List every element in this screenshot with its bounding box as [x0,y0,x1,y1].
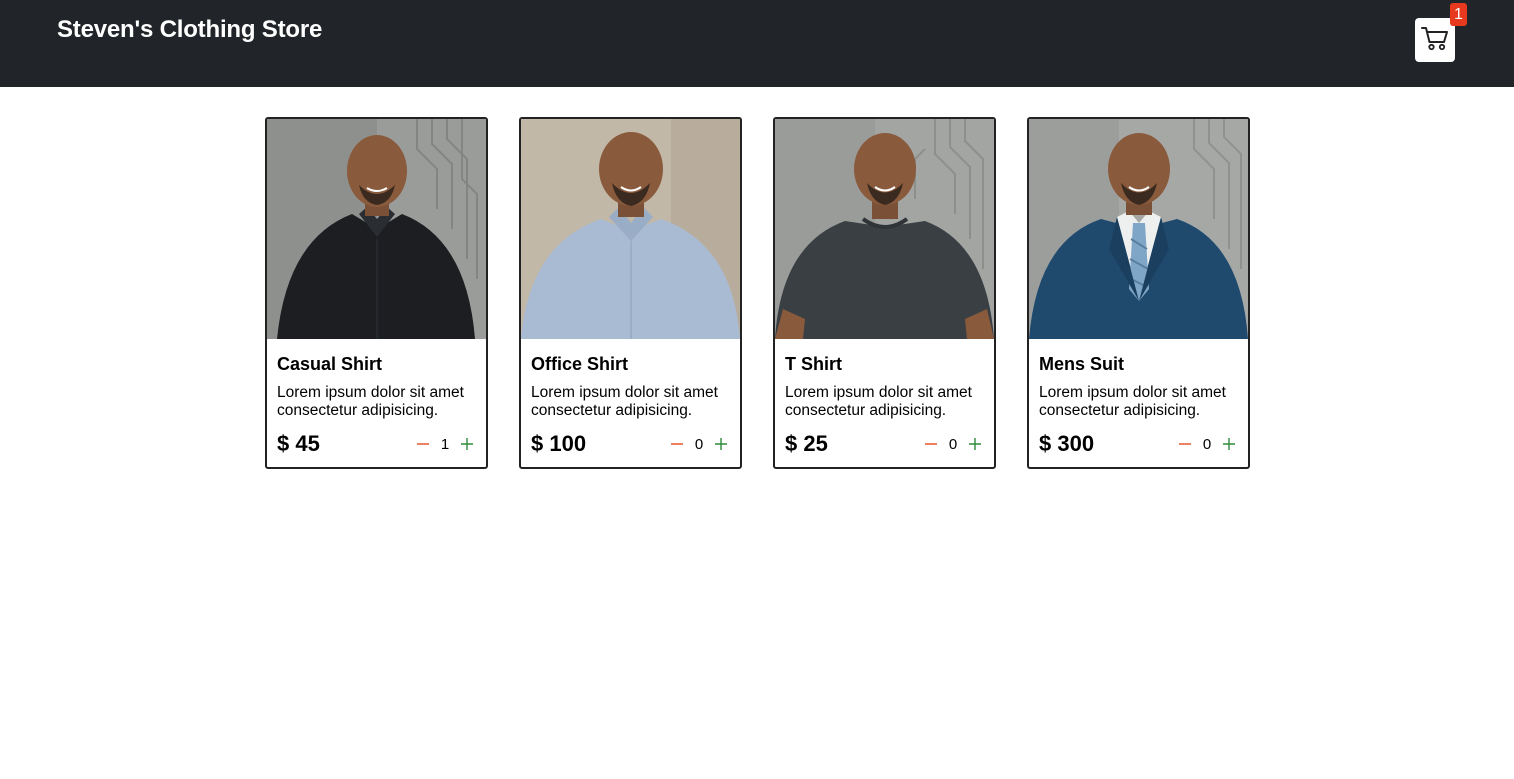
product-name: Office Shirt [531,354,629,374]
product-image [1029,119,1248,339]
plus-icon [1223,438,1235,450]
quantity-value: 0 [948,435,958,453]
product-description: Lorem ipsum dolor sit amet consectetur a… [1039,384,1226,419]
product-name: Casual Shirt [277,354,383,374]
product-card: T Shirt Lorem ipsum dolor sit amet conse… [773,117,996,469]
shopping-cart-icon [1420,24,1450,57]
plus-icon [715,438,727,450]
store-brand[interactable]: Steven's Clothing Store [57,16,322,44]
product-grid: Casual Shirt Lorem ipsum dolor sit amet … [265,117,1250,469]
product-price: $ 45 [277,431,320,456]
product-price: $ 25 [785,431,828,456]
minus-icon [671,443,683,445]
product-name: T Shirt [785,354,842,374]
plus-icon [461,438,473,450]
quantity-value: 1 [440,435,450,453]
navbar: Steven's Clothing Store 1 [0,0,1514,87]
quantity-stepper: 0 [668,435,730,453]
product-card: Mens Suit Lorem ipsum dolor sit amet con… [1027,117,1250,469]
product-price: $ 300 [1039,431,1095,456]
increase-quantity-button[interactable] [458,435,476,453]
product-description: Lorem ipsum dolor sit amet consectetur a… [531,384,718,419]
plus-icon [969,438,981,450]
minus-icon [417,443,429,445]
product-description: Lorem ipsum dolor sit amet consectetur a… [785,384,972,419]
quantity-stepper: 1 [414,435,476,453]
product-image [267,119,486,339]
product-image [521,119,740,339]
increase-quantity-button[interactable] [712,435,730,453]
increase-quantity-button[interactable] [1220,435,1238,453]
quantity-value: 0 [1202,435,1212,453]
quantity-stepper: 0 [1176,435,1238,453]
minus-icon [925,443,937,445]
product-description: Lorem ipsum dolor sit amet consectetur a… [277,384,464,419]
decrease-quantity-button[interactable] [922,435,940,453]
product-image [775,119,994,339]
quantity-stepper: 0 [922,435,984,453]
cart-button[interactable] [1415,18,1455,62]
decrease-quantity-button[interactable] [1176,435,1194,453]
minus-icon [1179,443,1191,445]
decrease-quantity-button[interactable] [414,435,432,453]
decrease-quantity-button[interactable] [668,435,686,453]
product-card: Office Shirt Lorem ipsum dolor sit amet … [519,117,742,469]
product-card: Casual Shirt Lorem ipsum dolor sit amet … [265,117,488,469]
product-price: $ 100 [531,431,587,456]
quantity-value: 0 [694,435,704,453]
increase-quantity-button[interactable] [966,435,984,453]
cart-count-badge: 1 [1450,3,1467,26]
product-name: Mens Suit [1039,354,1125,374]
